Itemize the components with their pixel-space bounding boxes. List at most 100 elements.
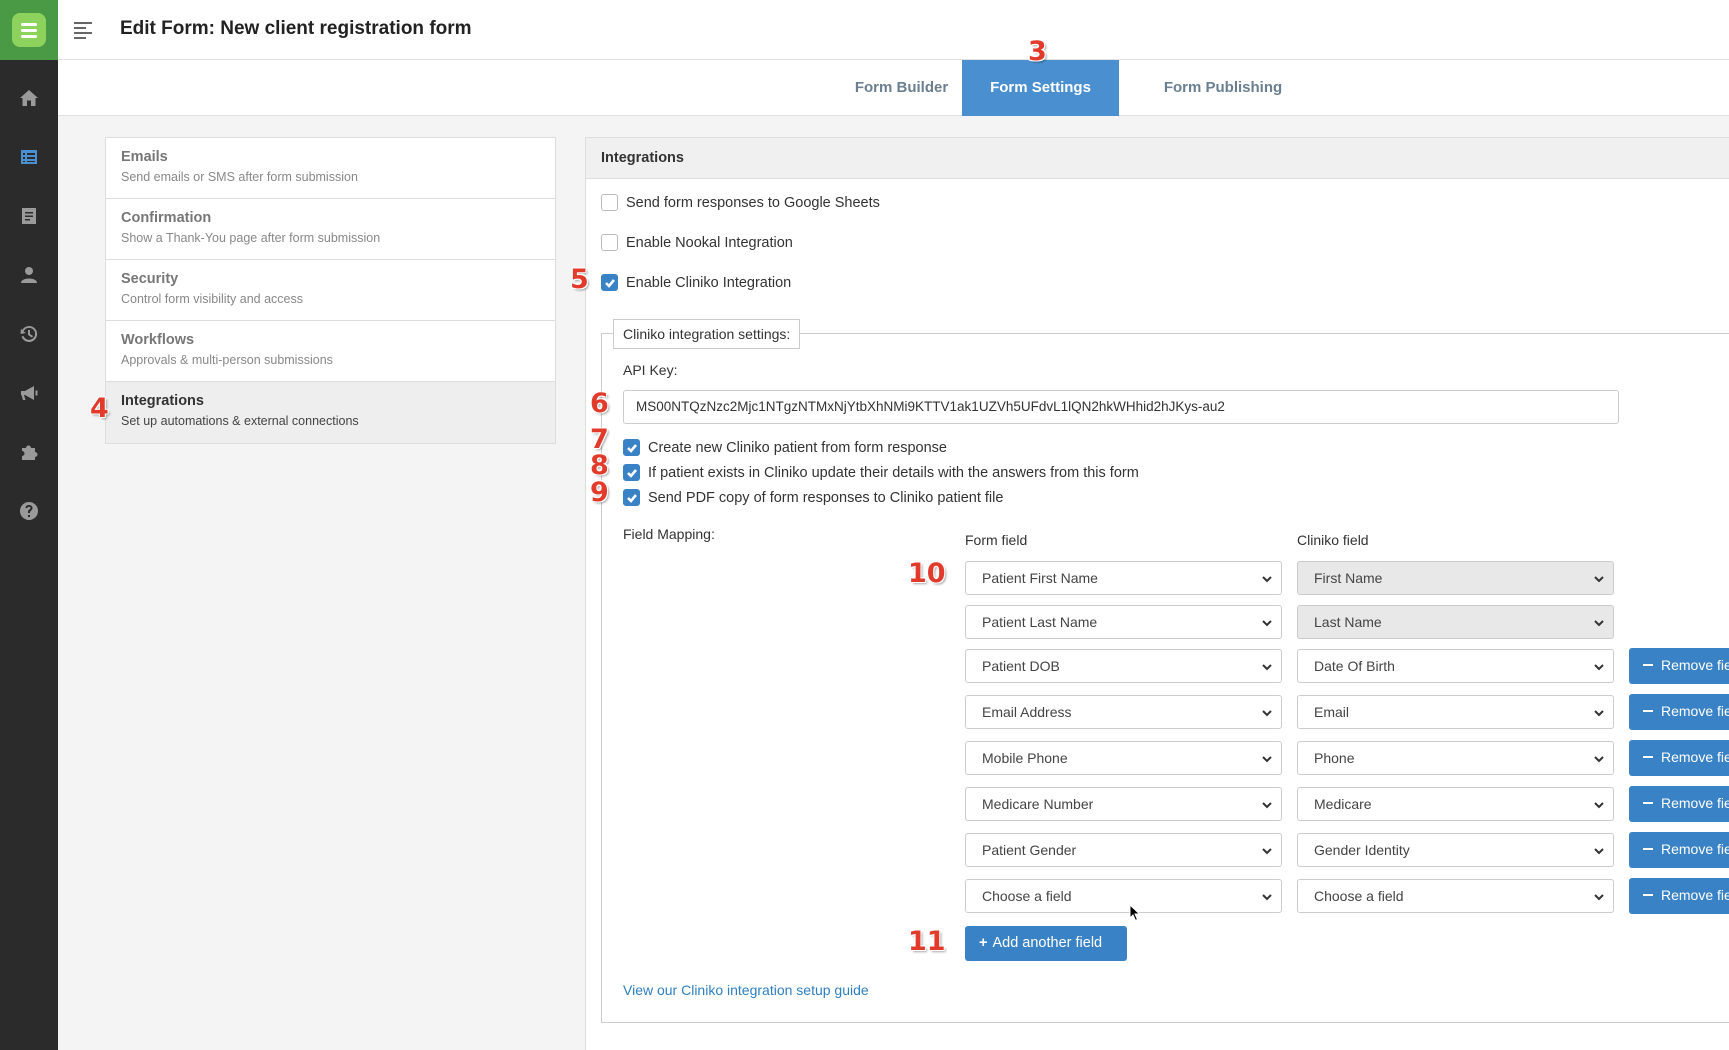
nookal-checkbox[interactable]	[601, 234, 618, 251]
plus-icon: +	[979, 935, 988, 951]
add-field-button[interactable]: + Add another field	[965, 926, 1127, 961]
option-label: If patient exists in Cliniko update thei…	[648, 464, 1139, 481]
chevron-down-icon	[1593, 616, 1605, 628]
annotation-marker: 5	[570, 264, 589, 295]
annotation-marker: 9	[590, 477, 609, 508]
update-patient-checkbox[interactable]	[623, 464, 640, 481]
tab-form-builder[interactable]: Form Builder	[818, 60, 985, 116]
settings-item-desc: Control form visibility and access	[121, 292, 304, 306]
menu-toggle-icon[interactable]	[74, 22, 92, 39]
home-icon[interactable]	[0, 78, 58, 118]
chevron-down-icon	[1593, 844, 1605, 856]
chevron-down-icon	[1261, 660, 1273, 672]
chevron-down-icon	[1593, 706, 1605, 718]
api-key-input[interactable]: MS00NTQzNzc2Mjc1NTgzNTMxNjYtbXhNMi9KTTV1…	[623, 390, 1619, 424]
megaphone-icon[interactable]	[0, 373, 58, 413]
form-field-select[interactable]: Mobile Phone	[965, 741, 1282, 775]
select-value: Phone	[1314, 750, 1355, 766]
history-icon[interactable]	[0, 314, 58, 354]
annotation-marker: 3	[1028, 36, 1047, 67]
nookal-option[interactable]: Enable Nookal Integration	[601, 234, 793, 251]
cliniko-checkbox[interactable]	[601, 274, 618, 291]
remove-field-button[interactable]: Remove field	[1629, 786, 1729, 822]
select-value: Email	[1314, 704, 1350, 720]
select-value: Patient Gender	[982, 842, 1077, 858]
create-patient-checkbox[interactable]	[623, 439, 640, 456]
tab-form-settings[interactable]: Form Settings	[962, 60, 1119, 116]
settings-item-emails[interactable]: Emails Send emails or SMS after form sub…	[106, 138, 555, 199]
button-label: Remove field	[1661, 749, 1729, 765]
select-value: Medicare	[1314, 796, 1372, 812]
google-sheets-option[interactable]: Send form responses to Google Sheets	[601, 194, 880, 211]
cliniko-option[interactable]: Enable Cliniko Integration	[601, 274, 791, 291]
forms-icon[interactable]	[0, 137, 58, 177]
form-field-select[interactable]: Patient Last Name	[965, 605, 1282, 639]
annotation-marker: 6	[590, 388, 609, 419]
button-label: Remove field	[1661, 887, 1729, 903]
cliniko-guide-link[interactable]: View our Cliniko integration setup guide	[623, 982, 869, 998]
google-sheets-checkbox[interactable]	[601, 194, 618, 211]
remove-field-button[interactable]: Remove field	[1629, 878, 1729, 914]
settings-item-workflows[interactable]: Workflows Approvals & multi-person submi…	[106, 321, 555, 382]
send-pdf-checkbox[interactable]	[623, 489, 640, 506]
user-icon[interactable]	[0, 255, 58, 295]
option-label: Create new Cliniko patient from form res…	[648, 439, 947, 456]
update-patient-option[interactable]: If patient exists in Cliniko update thei…	[623, 464, 1139, 481]
select-value: Choose a field	[1314, 888, 1404, 904]
chevron-down-icon	[1593, 798, 1605, 810]
button-label: Remove field	[1661, 841, 1729, 857]
button-label: Add another field	[992, 935, 1103, 951]
chevron-down-icon	[1261, 844, 1273, 856]
settings-item-desc: Set up automations & external connection…	[121, 414, 359, 428]
select-value: Medicare Number	[982, 796, 1094, 812]
remove-field-button[interactable]: Remove field	[1629, 648, 1729, 684]
settings-item-integrations[interactable]: Integrations Set up automations & extern…	[106, 382, 555, 443]
chevron-down-icon	[1593, 660, 1605, 672]
form-field-select[interactable]: Patient Gender	[965, 833, 1282, 867]
form-field-select[interactable]: Choose a field	[965, 879, 1282, 913]
cliniko-field-select[interactable]: Phone	[1297, 741, 1614, 775]
cliniko-field-select[interactable]: Email	[1297, 695, 1614, 729]
app-logo[interactable]	[0, 0, 58, 60]
remove-field-button[interactable]: Remove field	[1629, 740, 1729, 776]
send-pdf-option[interactable]: Send PDF copy of form responses to Clini…	[623, 489, 1003, 506]
tab-form-publishing[interactable]: Form Publishing	[1119, 60, 1327, 116]
cliniko-field-select[interactable]: Gender Identity	[1297, 833, 1614, 867]
chevron-down-icon	[1261, 706, 1273, 718]
cliniko-field-select[interactable]: Choose a field	[1297, 879, 1614, 913]
cliniko-field-select[interactable]: Medicare	[1297, 787, 1614, 821]
settings-nav: Emails Send emails or SMS after form sub…	[105, 137, 556, 444]
cliniko-field-select[interactable]: Date Of Birth	[1297, 649, 1614, 683]
chevron-down-icon	[1593, 890, 1605, 902]
settings-item-security[interactable]: Security Control form visibility and acc…	[106, 260, 555, 321]
form-field-select[interactable]: Medicare Number	[965, 787, 1282, 821]
remove-field-button[interactable]: Remove field	[1629, 694, 1729, 730]
select-value: Email Address	[982, 704, 1072, 720]
settings-item-title: Confirmation	[121, 210, 212, 226]
chevron-down-icon	[1261, 752, 1273, 764]
chevron-down-icon	[1261, 798, 1273, 810]
button-label: Remove field	[1661, 657, 1729, 673]
select-value: Patient Last Name	[982, 614, 1098, 630]
option-label: Send PDF copy of form responses to Clini…	[648, 489, 1004, 506]
puzzle-icon[interactable]	[0, 432, 58, 472]
select-value: Mobile Phone	[982, 750, 1068, 766]
document-icon[interactable]	[0, 196, 58, 236]
form-field-select[interactable]: Patient First Name	[965, 561, 1282, 595]
help-icon[interactable]	[0, 491, 58, 531]
remove-field-button[interactable]: Remove field	[1629, 832, 1729, 868]
cliniko-field-select: Last Name	[1297, 605, 1614, 639]
form-field-select[interactable]: Email Address	[965, 695, 1282, 729]
button-label: Remove field	[1661, 795, 1729, 811]
form-field-select[interactable]: Patient DOB	[965, 649, 1282, 683]
select-value: Patient First Name	[982, 570, 1098, 586]
settings-item-desc: Show a Thank-You page after form submiss…	[121, 231, 381, 245]
app-logo-icon	[12, 13, 46, 47]
settings-item-confirmation[interactable]: Confirmation Show a Thank-You page after…	[106, 199, 555, 260]
settings-item-desc: Send emails or SMS after form submission	[121, 170, 358, 184]
select-value: Patient DOB	[982, 658, 1060, 674]
select-value: Date Of Birth	[1314, 658, 1395, 674]
create-patient-option[interactable]: Create new Cliniko patient from form res…	[623, 439, 947, 456]
cliniko-field-select: First Name	[1297, 561, 1614, 595]
settings-item-title: Security	[121, 271, 179, 287]
